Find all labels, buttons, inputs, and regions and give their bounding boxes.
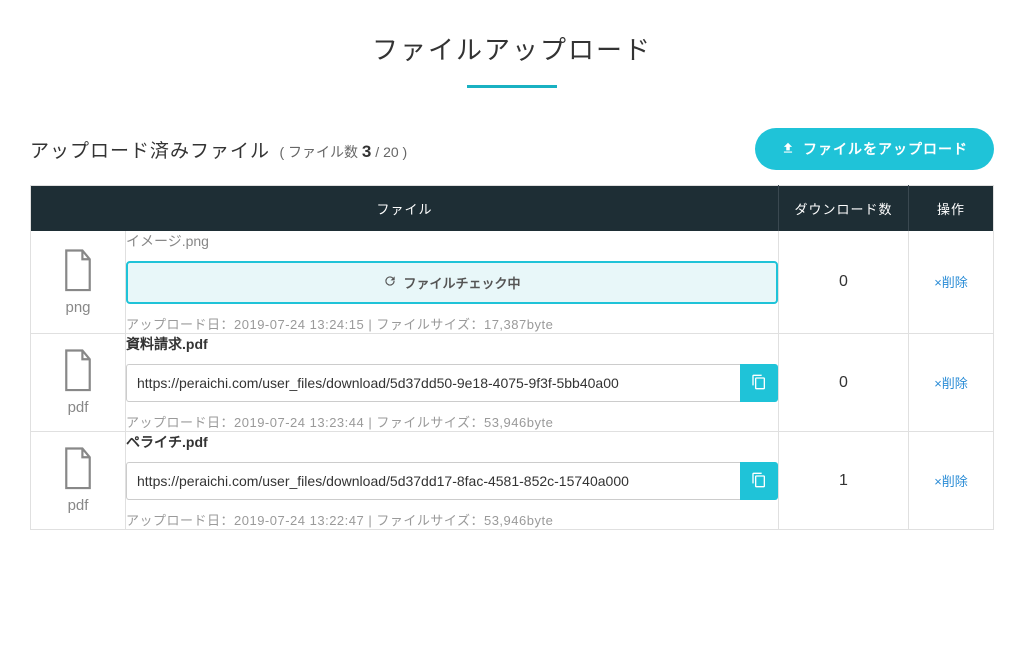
uploaded-files-heading: アップロード済みファイル ( ファイル数 3 / 20 ) [30, 136, 407, 163]
table-row: pdf 資料請求.pdf アップロード日：2019-07-24 13:23:44 |… [31, 334, 994, 432]
file-info-cell: 資料請求.pdf アップロード日：2019-07-24 13:23:44 | ファ… [126, 334, 779, 432]
file-ext: png [31, 299, 125, 316]
col-header-downloads: ダウンロード数 [779, 186, 909, 232]
file-type-cell: png [31, 231, 126, 334]
upload-icon [781, 141, 795, 158]
file-type-cell: pdf [31, 432, 126, 530]
file-info-cell: ペライチ.pdf アップロード日：2019-07-24 13:22:47 | ファ… [126, 432, 779, 530]
file-type-cell: pdf [31, 334, 126, 432]
table-row: pdf ペライチ.pdf アップロード日：2019-07-24 13:22:47 |… [31, 432, 994, 530]
file-checking-status: ファイルチェック中 [126, 261, 778, 304]
download-count-cell: 0 [779, 231, 909, 334]
file-meta: アップロード日：2019-07-24 13:22:47 | ファイルサイズ：53… [126, 510, 778, 529]
file-meta: アップロード日：2019-07-24 13:23:44 | ファイルサイズ：53… [126, 412, 778, 431]
delete-link[interactable]: ×削除 [934, 376, 968, 391]
subheader-label: アップロード済みファイル [30, 141, 270, 162]
file-checking-label: ファイルチェック中 [403, 273, 520, 292]
file-url-row [126, 364, 778, 402]
file-info-cell: イメージ.png ファイルチェック中アップロード日：2019-07-24 13:2… [126, 231, 779, 334]
action-cell: ×削除 [909, 432, 994, 530]
copy-url-button[interactable] [740, 364, 778, 402]
delete-link[interactable]: ×削除 [934, 275, 968, 290]
copy-icon [751, 472, 767, 491]
file-meta: アップロード日：2019-07-24 13:24:15 | ファイルサイズ：17… [126, 314, 778, 333]
file-url-input[interactable] [126, 462, 740, 500]
file-count: ( ファイル数 3 / 20 ) [279, 144, 407, 160]
copy-icon [751, 374, 767, 393]
file-ext: pdf [31, 497, 125, 514]
table-row: png イメージ.png ファイルチェック中アップロード日：2019-07-24 1… [31, 231, 994, 334]
copy-url-button[interactable] [740, 462, 778, 500]
download-count-cell: 0 [779, 334, 909, 432]
file-icon [31, 447, 125, 491]
file-url-row [126, 462, 778, 500]
col-header-actions: 操作 [909, 186, 994, 232]
title-underline [467, 85, 557, 88]
file-icon [31, 249, 125, 293]
refresh-icon [383, 274, 397, 291]
file-name: ペライチ.pdf [126, 432, 778, 452]
upload-file-button-label: ファイルをアップロード [803, 139, 968, 159]
file-ext: pdf [31, 399, 125, 416]
file-table: ファイル ダウンロード数 操作 png イメージ.png ファイルチェック中アップロ… [30, 185, 994, 530]
page-title: ファイルアップロード [30, 30, 994, 67]
delete-link[interactable]: ×削除 [934, 474, 968, 489]
upload-file-button[interactable]: ファイルをアップロード [755, 128, 994, 170]
file-url-input[interactable] [126, 364, 740, 402]
col-header-file: ファイル [31, 186, 779, 232]
action-cell: ×削除 [909, 334, 994, 432]
file-name: 資料請求.pdf [126, 334, 778, 354]
file-icon [31, 349, 125, 393]
download-count-cell: 1 [779, 432, 909, 530]
subheader: アップロード済みファイル ( ファイル数 3 / 20 ) ファイルをアップロー… [30, 128, 994, 170]
action-cell: ×削除 [909, 231, 994, 334]
file-name: イメージ.png [126, 231, 778, 251]
